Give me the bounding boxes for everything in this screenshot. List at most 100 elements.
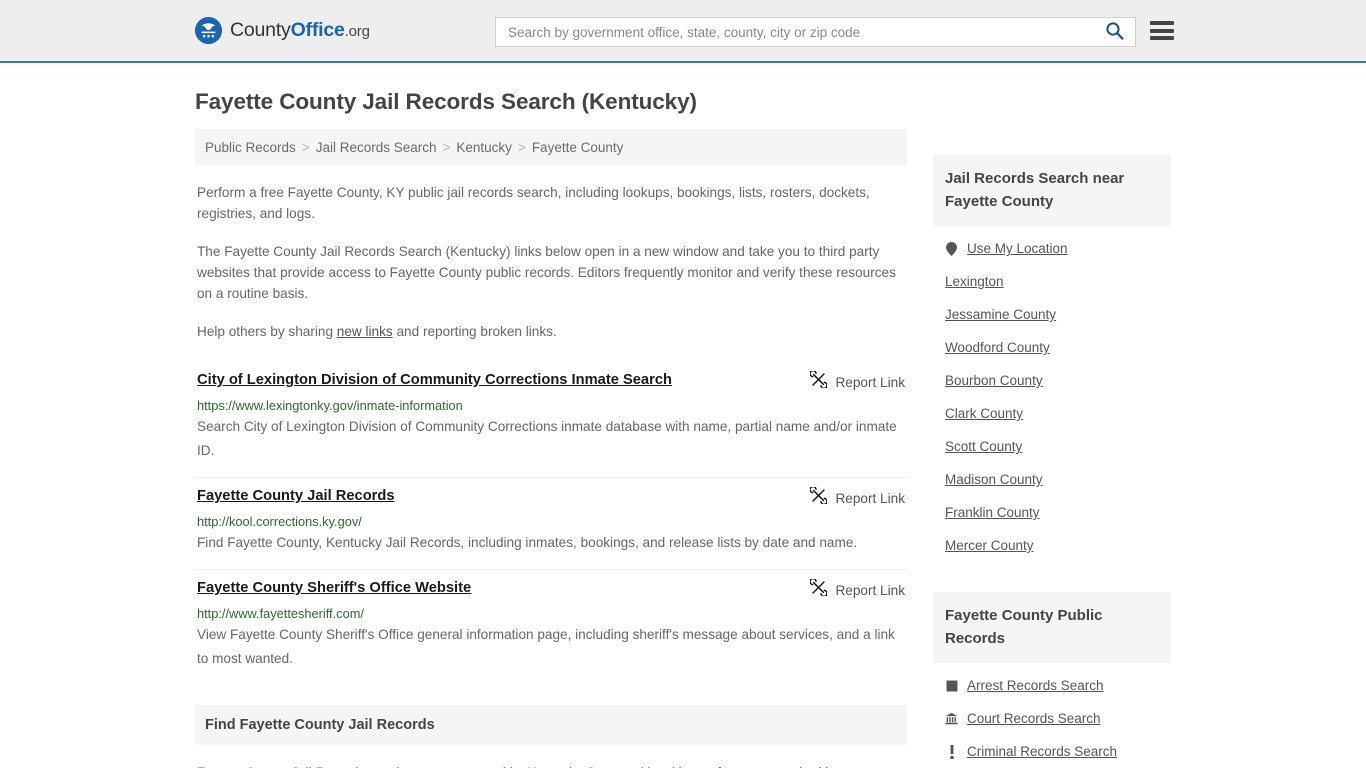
find-records-section-title: Find Fayette County Jail Records (205, 717, 435, 733)
sidebar-item-jessamine-county[interactable]: Jessamine County (933, 298, 1171, 331)
sidebar-item-label: Clark County (945, 406, 1024, 421)
sidebar-item-label: Mercer County (945, 538, 1034, 553)
intro-p3-after: and reporting broken links. (392, 324, 557, 339)
result-header: Fayette County Jail Records Report Link (197, 485, 905, 509)
sidebar-panel-near-header: Jail Records Search near Fayette County (933, 155, 1171, 226)
hamburger-bar-3 (1150, 36, 1174, 40)
result-description: Search City of Lexington Division of Com… (197, 419, 897, 458)
sidebar-item-arrest-records-search[interactable]: Arrest Records Search (933, 669, 1171, 702)
sidebar: Jail Records Search near Fayette County … (933, 129, 1171, 768)
eagle-seal-icon (195, 17, 222, 44)
sidebar-panel-records-header: Fayette County Public Records (933, 592, 1171, 663)
sidebar-item-bourbon-county[interactable]: Bourbon County (933, 364, 1171, 397)
sidebar-item-court-records-search[interactable]: Court Records Search (933, 702, 1171, 735)
result-description: View Fayette County Sheriff's Office gen… (197, 627, 895, 666)
site-logo-text: CountyOffice.org (230, 19, 370, 42)
breadcrumb-item-kentucky[interactable]: Kentucky (456, 140, 512, 155)
sidebar-panel-public-records: Fayette County Public Records Arrest Rec… (933, 592, 1171, 768)
hamburger-bar-2 (1150, 28, 1174, 33)
intro-paragraph-2: The Fayette County Jail Records Search (… (197, 244, 896, 301)
broken-link-icon (809, 485, 829, 509)
exclamation-icon (945, 744, 958, 759)
sidebar-item-scott-county[interactable]: Scott County (933, 430, 1171, 463)
result-item: City of Lexington Division of Community … (195, 362, 907, 478)
results-list: City of Lexington Division of Community … (195, 362, 907, 685)
sidebar-item-label: Scott County (945, 439, 1023, 454)
sidebar-item-label: Lexington (945, 274, 1004, 289)
report-link-button[interactable]: Report Link (809, 577, 905, 601)
find-records-section-header: Find Fayette County Jail Records (195, 705, 907, 745)
search-bar (495, 17, 1136, 47)
sidebar-item-woodford-county[interactable]: Woodford County (933, 331, 1171, 364)
sidebar-item-label: Woodford County (945, 340, 1050, 355)
content-row: Public Records > Jail Records Search > K… (195, 129, 1171, 768)
logo-text-county: County (230, 19, 291, 41)
search-input[interactable] (496, 18, 1093, 46)
result-url[interactable]: http://www.fayettesheriff.com/ (197, 606, 905, 621)
sidebar-item-clark-county[interactable]: Clark County (933, 397, 1171, 430)
breadcrumb-separator: > (442, 139, 451, 155)
result-item: Fayette County Sheriff's Office Website (195, 570, 907, 685)
sidebar-item-franklin-county[interactable]: Franklin County (933, 496, 1171, 529)
sidebar-records-list: Arrest Records Search Court Records Sear… (933, 663, 1171, 768)
main-column: Public Records > Jail Records Search > K… (195, 129, 907, 768)
sidebar-item-label: Court Records Search (967, 711, 1101, 726)
breadcrumb-separator: > (517, 139, 526, 155)
page-title: Fayette County Jail Records Search (Kent… (195, 89, 697, 114)
result-description: Find Fayette County, Kentucky Jail Recor… (197, 535, 858, 550)
report-link-button[interactable]: Report Link (809, 485, 905, 509)
sidebar-panel-near: Jail Records Search near Fayette County … (933, 155, 1171, 562)
search-button[interactable] (1093, 18, 1135, 46)
intro-paragraph-1: Perform a free Fayette County, KY public… (197, 185, 870, 221)
new-links-link[interactable]: new links (337, 324, 393, 339)
broken-link-icon (809, 369, 829, 393)
fingerprint-square-icon (945, 680, 958, 692)
sidebar-near-list: Use My Location Lexington Jessamine Coun… (933, 226, 1171, 562)
sidebar-item-label: Bourbon County (945, 373, 1043, 388)
hamburger-bar-1 (1150, 21, 1174, 25)
result-item: Fayette County Jail Records Report Link … (195, 478, 907, 570)
breadcrumb: Public Records > Jail Records Search > K… (195, 129, 907, 165)
find-records-paragraph: Fayette County Jail Records are document… (197, 762, 905, 768)
sidebar-item-lexington[interactable]: Lexington (933, 265, 1171, 298)
map-pin-icon (945, 241, 958, 256)
logo-text-office: Office (290, 19, 345, 41)
result-title-link[interactable]: Fayette County Jail Records (197, 486, 395, 506)
sidebar-item-label: Criminal Records Search (967, 744, 1118, 759)
result-title-link[interactable]: City of Lexington Division of Community … (197, 370, 672, 390)
site-logo[interactable]: CountyOffice.org (195, 17, 370, 44)
hamburger-menu-icon[interactable] (1150, 21, 1174, 40)
search-icon (1105, 21, 1124, 43)
logo-text-org: .org (344, 23, 370, 40)
breadcrumb-item-public-records[interactable]: Public Records (205, 140, 296, 155)
sidebar-panel-near-title: Jail Records Search near Fayette County (945, 170, 1125, 210)
find-records-section-body: Fayette County Jail Records are document… (195, 762, 907, 768)
intro-text: Perform a free Fayette County, KY public… (195, 182, 907, 342)
page-body: Fayette County Jail Records Search (Kent… (0, 89, 1366, 768)
result-url[interactable]: https://www.lexingtonky.gov/inmate-infor… (197, 398, 905, 413)
result-header: City of Lexington Division of Community … (197, 369, 905, 393)
sidebar-item-label: Madison County (945, 472, 1043, 487)
sidebar-item-criminal-records-search[interactable]: Criminal Records Search (933, 735, 1171, 768)
sidebar-panel-records-title: Fayette County Public Records (945, 607, 1103, 647)
breadcrumb-item-jail-records-search[interactable]: Jail Records Search (316, 140, 437, 155)
sidebar-item-madison-county[interactable]: Madison County (933, 463, 1171, 496)
courthouse-icon (945, 712, 958, 725)
result-url[interactable]: http://kool.corrections.ky.gov/ (197, 514, 905, 529)
report-link-label: Report Link (835, 490, 905, 506)
sidebar-item-label: Jessamine County (945, 307, 1057, 322)
site-header: CountyOffice.org (0, 0, 1366, 63)
broken-link-icon (809, 577, 829, 601)
report-link-button[interactable]: Report Link (809, 369, 905, 393)
breadcrumb-separator: > (301, 139, 310, 155)
sidebar-item-label: Franklin County (945, 505, 1040, 520)
sidebar-item-use-my-location[interactable]: Use My Location (933, 232, 1171, 265)
report-link-label: Report Link (835, 582, 905, 598)
result-title-link[interactable]: Fayette County Sheriff's Office Website (197, 578, 471, 598)
intro-paragraph-3: Help others by sharing new links and rep… (197, 321, 905, 342)
report-link-label: Report Link (835, 374, 905, 390)
sidebar-item-mercer-county[interactable]: Mercer County (933, 529, 1171, 562)
sidebar-item-label: Arrest Records Search (967, 678, 1104, 693)
breadcrumb-item-fayette-county[interactable]: Fayette County (532, 140, 624, 155)
sidebar-item-label: Use My Location (967, 241, 1068, 256)
